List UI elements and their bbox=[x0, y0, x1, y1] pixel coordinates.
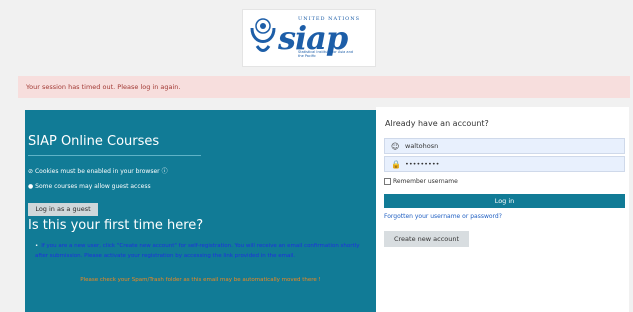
course-info-panel: SIAP Online Courses ⊘ Cookies must be en… bbox=[25, 110, 376, 312]
username-input[interactable] bbox=[405, 140, 605, 152]
siap-logo: UNITED NATIONS siap Statistical Institut… bbox=[242, 9, 376, 67]
login-page: UNITED NATIONS siap Statistical Institut… bbox=[0, 0, 633, 312]
login-panel: Already have an account? ☺ 🔒 Remember us… bbox=[376, 107, 629, 312]
panel-title: SIAP Online Courses bbox=[28, 134, 160, 149]
cookies-text: Cookies must be enabled in your browser bbox=[34, 168, 160, 175]
spam-warning: Please check your Spam/Trash folder as t… bbox=[80, 277, 321, 283]
remember-checkbox[interactable] bbox=[384, 178, 391, 185]
help-icon[interactable]: ⓘ bbox=[162, 168, 168, 175]
title-divider bbox=[28, 155, 201, 156]
guest-access-text: Some courses may allow guest access bbox=[35, 183, 151, 190]
logo-subtitle: Statistical Institute for Asia and the P… bbox=[298, 50, 354, 58]
un-emblem-icon bbox=[250, 18, 276, 52]
password-field[interactable]: 🔒 bbox=[384, 156, 625, 172]
forgot-password-link[interactable]: Forgotten your username or password? bbox=[384, 213, 502, 220]
guest-login-button[interactable]: Log in as a guest bbox=[28, 203, 98, 216]
session-timeout-alert: Your session has timed out. Please log i… bbox=[18, 76, 630, 98]
cookies-notice: ⊘ Cookies must be enabled in your browse… bbox=[28, 166, 168, 175]
create-account-button[interactable]: Create new account bbox=[384, 231, 469, 247]
first-time-title: Is this your first time here? bbox=[28, 218, 204, 233]
remember-username[interactable]: Remember username bbox=[384, 178, 458, 185]
info-circle-icon: ● bbox=[28, 183, 34, 190]
registration-info-text: If you are a new user, click "Create new… bbox=[35, 243, 360, 259]
remember-label: Remember username bbox=[393, 178, 458, 185]
password-input[interactable] bbox=[405, 158, 605, 170]
login-title: Already have an account? bbox=[385, 119, 489, 128]
registration-info: • If you are a new user, click "Create ne… bbox=[35, 241, 370, 261]
username-field[interactable]: ☺ bbox=[384, 138, 625, 154]
check-circle-icon: ⊘ bbox=[28, 168, 34, 175]
guest-notice: ● Some courses may allow guest access bbox=[28, 183, 151, 190]
bullet-icon: • bbox=[35, 243, 39, 249]
login-button[interactable]: Log in bbox=[384, 194, 625, 208]
lock-icon: 🔒 bbox=[391, 160, 401, 169]
user-icon: ☺ bbox=[391, 142, 400, 151]
